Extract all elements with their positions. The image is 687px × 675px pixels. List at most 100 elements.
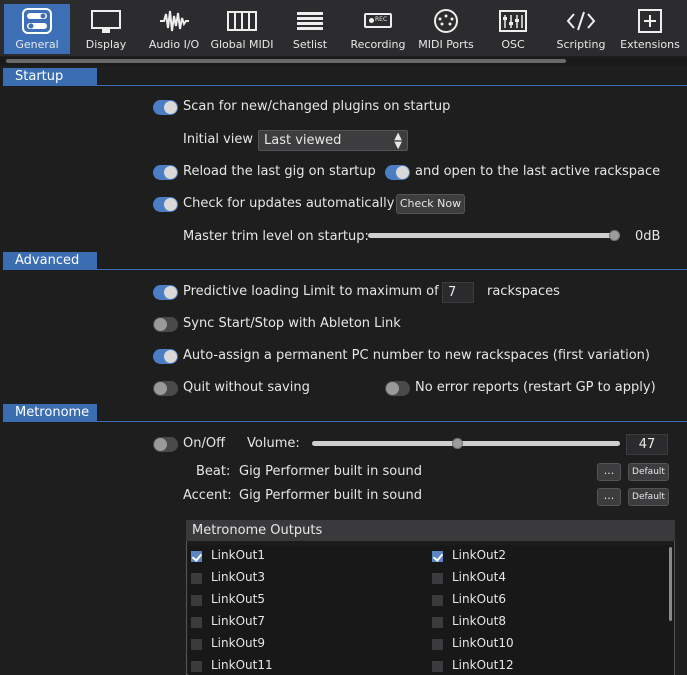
output-checkbox[interactable] bbox=[191, 639, 202, 650]
piano-keys-icon bbox=[227, 11, 257, 31]
master-trim-value: 0dB bbox=[635, 229, 661, 244]
metronome-outputs-list: LinkOut1 LinkOut2 LinkOut3 LinkOut4 LinkOut5… bbox=[188, 545, 674, 675]
rackspace-limit-input[interactable]: 7 bbox=[442, 282, 474, 303]
no-error-reports-label: No error reports (restart GP to apply) bbox=[415, 380, 656, 395]
tab-label: Recording bbox=[350, 38, 406, 51]
output-checkbox[interactable] bbox=[432, 573, 443, 584]
accent-sound: Gig Performer built in sound bbox=[239, 488, 422, 503]
tab-label: MIDI Ports bbox=[418, 38, 474, 51]
volume-label: Volume: bbox=[247, 436, 300, 451]
check-updates-toggle[interactable] bbox=[153, 197, 178, 212]
output-label: LinkOut4 bbox=[452, 570, 506, 584]
tab-label: OSC bbox=[501, 38, 525, 51]
beat-browse-button[interactable]: ... bbox=[597, 463, 621, 481]
master-trim-slider-knob[interactable] bbox=[609, 230, 620, 241]
section-header-advanced: Advanced bbox=[3, 252, 97, 269]
beat-label: Beat: bbox=[196, 464, 231, 479]
output-checkbox[interactable] bbox=[432, 617, 443, 628]
output-label: LinkOut2 bbox=[452, 548, 506, 562]
select-arrows-icon: ▲ ▼ bbox=[394, 131, 402, 151]
output-checkbox[interactable] bbox=[191, 661, 202, 672]
tab-osc[interactable]: OSC bbox=[482, 4, 544, 54]
predictive-loading-toggle[interactable] bbox=[153, 285, 178, 300]
section-divider bbox=[3, 85, 687, 86]
output-checkbox[interactable] bbox=[191, 573, 202, 584]
accent-default-button[interactable]: Default bbox=[628, 488, 669, 506]
output-label: LinkOut12 bbox=[452, 658, 514, 672]
toolbar-scrollbar-thumb[interactable] bbox=[6, 59, 566, 63]
scan-plugins-label: Scan for new/changed plugins on startup bbox=[183, 99, 451, 114]
output-checkbox[interactable] bbox=[191, 551, 202, 562]
tab-audio-io[interactable]: Audio I/O bbox=[142, 4, 206, 54]
section-header-startup: Startup bbox=[3, 68, 97, 85]
tab-extensions[interactable]: Extensions bbox=[616, 4, 684, 54]
rackspaces-label: rackspaces bbox=[487, 284, 560, 299]
volume-value[interactable]: 47 bbox=[626, 434, 668, 455]
output-label: LinkOut3 bbox=[211, 570, 265, 584]
output-checkbox[interactable] bbox=[191, 595, 202, 606]
beat-default-button[interactable]: Default bbox=[628, 463, 669, 481]
sync-ableton-label: Sync Start/Stop with Ableton Link bbox=[183, 316, 401, 331]
tab-setlist[interactable]: Setlist bbox=[280, 4, 340, 54]
output-checkbox[interactable] bbox=[191, 617, 202, 628]
metronome-outputs-header: Metronome Outputs bbox=[186, 520, 675, 541]
preferences-toolbar: General Display Audio I/O Global MIDI Se… bbox=[0, 0, 687, 56]
general-toggles-icon bbox=[22, 8, 52, 34]
output-label: LinkOut7 bbox=[211, 614, 265, 628]
output-checkbox[interactable] bbox=[432, 661, 443, 672]
output-label: LinkOut8 bbox=[452, 614, 506, 628]
tab-display[interactable]: Display bbox=[74, 4, 138, 54]
tab-label: Scripting bbox=[556, 38, 606, 51]
quit-without-saving-label: Quit without saving bbox=[183, 380, 310, 395]
rec-badge: REC bbox=[375, 16, 388, 23]
code-brackets-icon bbox=[566, 11, 596, 31]
check-updates-label: Check for updates automatically bbox=[183, 196, 395, 211]
predictive-loading-label: Predictive loading bbox=[183, 284, 300, 299]
initial-view-label: Initial view bbox=[183, 132, 254, 147]
tab-label: Setlist bbox=[292, 38, 328, 51]
section-header-metronome: Metronome bbox=[3, 404, 97, 421]
midi-din-icon bbox=[434, 9, 458, 33]
monitor-icon bbox=[91, 10, 121, 33]
initial-view-value: Last viewed bbox=[264, 133, 342, 148]
tab-label: Global MIDI bbox=[210, 38, 274, 51]
open-last-rackspace-toggle[interactable] bbox=[385, 165, 410, 180]
tab-global-midi[interactable]: Global MIDI bbox=[208, 4, 276, 54]
metronome-onoff-toggle[interactable] bbox=[153, 437, 178, 452]
accent-browse-button[interactable]: ... bbox=[597, 488, 621, 506]
plus-box-icon bbox=[638, 9, 662, 33]
output-checkbox[interactable] bbox=[432, 595, 443, 606]
osc-sliders-icon bbox=[499, 10, 527, 32]
reload-gig-label: Reload the last gig on startup bbox=[183, 164, 376, 179]
tab-general[interactable]: General bbox=[4, 4, 70, 54]
section-divider bbox=[3, 421, 687, 422]
tab-label: Extensions bbox=[620, 38, 680, 51]
output-label: LinkOut10 bbox=[452, 636, 514, 650]
tab-recording[interactable]: REC Recording bbox=[344, 4, 412, 54]
reload-gig-toggle[interactable] bbox=[153, 165, 178, 180]
auto-assign-pc-toggle[interactable] bbox=[153, 349, 178, 364]
volume-slider[interactable] bbox=[312, 441, 620, 446]
volume-slider-knob[interactable] bbox=[451, 438, 463, 449]
metronome-onoff-label: On/Off bbox=[183, 436, 226, 451]
no-error-reports-toggle[interactable] bbox=[385, 381, 410, 396]
open-last-rackspace-label: and open to the last active rackspace bbox=[415, 164, 661, 179]
rec-icon: REC bbox=[344, 8, 412, 34]
tab-midi-ports[interactable]: MIDI Ports bbox=[414, 4, 478, 54]
output-label: LinkOut9 bbox=[211, 636, 265, 650]
tab-label: Display bbox=[85, 38, 127, 51]
master-trim-slider[interactable] bbox=[368, 233, 620, 238]
tab-label: Audio I/O bbox=[148, 38, 200, 51]
output-label: LinkOut5 bbox=[211, 592, 265, 606]
output-checkbox[interactable] bbox=[432, 551, 443, 562]
tab-label: General bbox=[15, 38, 59, 51]
outputs-scrollbar[interactable] bbox=[669, 547, 672, 621]
output-checkbox[interactable] bbox=[432, 639, 443, 650]
scan-plugins-toggle[interactable] bbox=[153, 100, 178, 115]
initial-view-select[interactable]: Last viewed ▲ ▼ bbox=[258, 130, 408, 151]
waveform-icon bbox=[160, 10, 189, 32]
quit-without-saving-toggle[interactable] bbox=[153, 381, 178, 396]
tab-scripting[interactable]: Scripting bbox=[550, 4, 612, 54]
check-now-button[interactable]: Check Now bbox=[396, 194, 465, 214]
sync-ableton-toggle[interactable] bbox=[153, 317, 178, 332]
